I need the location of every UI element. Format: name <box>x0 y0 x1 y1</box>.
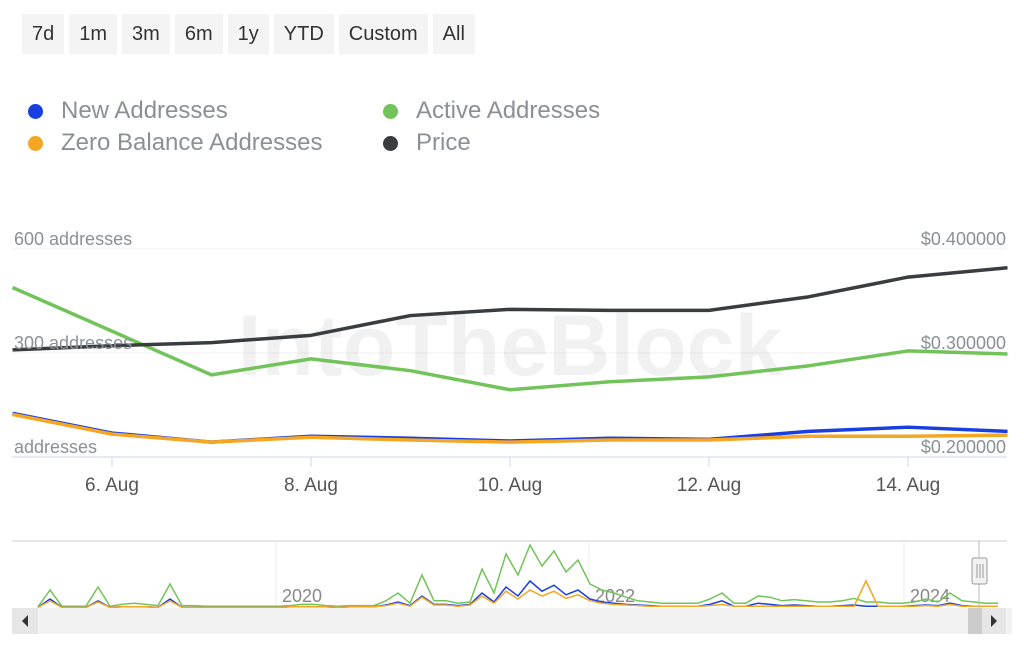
y-right-tick-label: $0.300000 <box>921 333 1006 353</box>
x-tick-label: 6. Aug <box>85 475 139 496</box>
x-tick-label: 8. Aug <box>284 475 338 496</box>
navigator-year-label: 2024 <box>910 586 950 606</box>
x-tick-label: 14. Aug <box>876 475 940 496</box>
x-tick-label: 12. Aug <box>677 475 741 496</box>
navigator-series-new <box>37 579 998 609</box>
navigator-series-active <box>37 543 998 608</box>
y-left-tick-label: addresses <box>14 437 97 457</box>
navigator-year-label: 2020 <box>282 586 322 606</box>
navigator-series-zero <box>37 579 998 609</box>
y-left-tick-label: 600 addresses <box>14 229 132 249</box>
y-left-tick-label: 300 addresses <box>14 333 132 353</box>
x-tick-label: 10. Aug <box>478 475 542 496</box>
navigator-scrollbar-track[interactable] <box>12 608 1012 634</box>
scrollbar-thumb[interactable] <box>968 608 982 634</box>
watermark: IntoTheBlock <box>238 298 783 394</box>
chart: IntoTheBlock 600 addresses 300 addresses a… <box>11 229 1012 634</box>
y-right-tick-label: $0.400000 <box>921 229 1006 249</box>
y-right-tick-label: $0.200000 <box>921 437 1006 457</box>
